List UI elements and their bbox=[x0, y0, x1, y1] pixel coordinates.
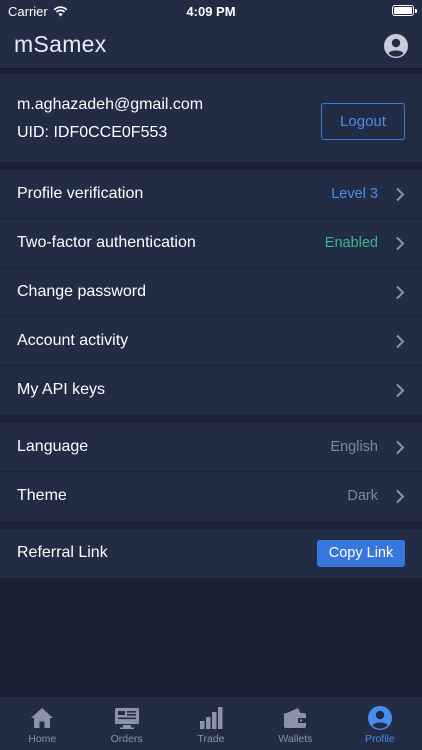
preferences-group: Language English Theme Dark bbox=[0, 423, 422, 521]
chevron-right-icon bbox=[396, 285, 405, 300]
account-card: m.aghazadeh@gmail.com UID: IDF0CCE0F553 … bbox=[0, 74, 422, 162]
copy-link-button[interactable]: Copy Link bbox=[317, 540, 405, 567]
chevron-right-icon bbox=[396, 489, 405, 504]
user-email: m.aghazadeh@gmail.com bbox=[17, 96, 204, 113]
wallet-icon bbox=[284, 708, 307, 728]
tab-label: Profile bbox=[364, 733, 395, 745]
row-label: My API keys bbox=[17, 381, 106, 398]
verification-level: Level 3 bbox=[331, 186, 378, 202]
chevron-right-icon bbox=[396, 383, 405, 398]
clock: 4:09 PM bbox=[186, 4, 236, 19]
tab-wallets[interactable]: Wallets bbox=[253, 697, 337, 750]
chevron-right-icon bbox=[396, 334, 405, 349]
tab-profile[interactable]: Profile bbox=[338, 697, 422, 750]
tab-label: Home bbox=[28, 733, 57, 745]
security-settings-group: Profile verification Level 3 Two-factor … bbox=[0, 170, 422, 415]
language-value: English bbox=[330, 439, 378, 455]
tab-label: Trade bbox=[197, 733, 225, 745]
tab-label: Orders bbox=[110, 733, 143, 745]
row-label: Profile verification bbox=[17, 185, 144, 202]
chevron-right-icon bbox=[396, 236, 405, 251]
battery-icon bbox=[392, 5, 417, 16]
theme-row[interactable]: Theme Dark bbox=[0, 472, 422, 521]
two-factor-row[interactable]: Two-factor authentication Enabled bbox=[0, 219, 422, 268]
row-label: Theme bbox=[17, 487, 67, 504]
two-factor-status: Enabled bbox=[324, 235, 378, 251]
language-row[interactable]: Language English bbox=[0, 423, 422, 472]
tab-home[interactable]: Home bbox=[0, 697, 84, 750]
profile-screen: Carrier 4:09 PM mSamex m.aghazadeh@gmail… bbox=[0, 0, 422, 750]
row-label: Two-factor authentication bbox=[17, 234, 196, 251]
user-uid: UID: IDF0CCE0F553 bbox=[17, 124, 168, 141]
trade-icon bbox=[200, 707, 223, 729]
tab-trade[interactable]: Trade bbox=[169, 697, 253, 750]
referral-row: Referral Link Copy Link bbox=[0, 529, 422, 578]
row-label: Account activity bbox=[17, 332, 129, 349]
account-icon[interactable] bbox=[384, 34, 408, 58]
chevron-right-icon bbox=[396, 187, 405, 202]
tab-label: Wallets bbox=[278, 733, 313, 745]
referral-group: Referral Link Copy Link bbox=[0, 529, 422, 578]
row-label: Language bbox=[17, 438, 89, 455]
profile-verification-row[interactable]: Profile verification Level 3 bbox=[0, 170, 422, 219]
home-icon bbox=[31, 708, 54, 728]
status-bar: Carrier 4:09 PM bbox=[0, 0, 422, 22]
change-password-row[interactable]: Change password bbox=[0, 268, 422, 317]
api-keys-row[interactable]: My API keys bbox=[0, 366, 422, 415]
tab-orders[interactable]: Orders bbox=[84, 697, 168, 750]
tab-bar: Home Orders Trade Wallets Profile bbox=[0, 696, 422, 750]
referral-label: Referral Link bbox=[17, 544, 108, 561]
account-activity-row[interactable]: Account activity bbox=[0, 317, 422, 366]
app-title: mSamex bbox=[14, 31, 107, 57]
nav-bar: mSamex bbox=[0, 22, 422, 70]
orders-icon bbox=[114, 708, 139, 729]
theme-value: Dark bbox=[347, 488, 378, 504]
profile-icon bbox=[367, 706, 392, 730]
chevron-right-icon bbox=[396, 440, 405, 455]
row-label: Change password bbox=[17, 283, 146, 300]
logout-button[interactable]: Logout bbox=[321, 103, 405, 140]
